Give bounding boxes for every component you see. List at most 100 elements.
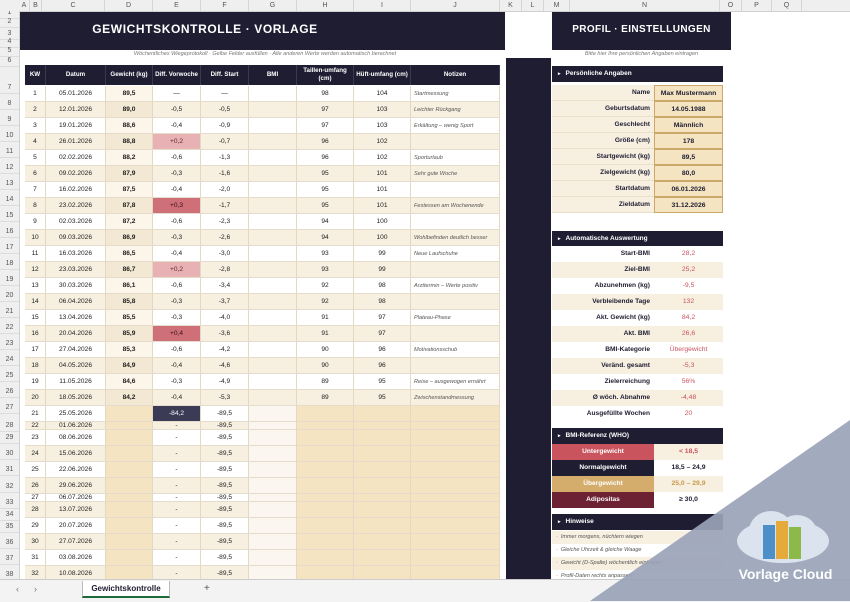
table-cell-w[interactable] (106, 430, 153, 446)
table-cell-w[interactable]: 88,6 (106, 118, 153, 134)
table-cell-h[interactable] (354, 446, 411, 462)
table-cell-w[interactable]: 87,2 (106, 214, 153, 230)
table-cell-t[interactable]: 97 (297, 102, 354, 118)
table-header-ds[interactable]: Diff. Start (201, 65, 249, 85)
table-cell-w[interactable] (106, 534, 153, 550)
table-cell-w[interactable]: 86,1 (106, 278, 153, 294)
row-header[interactable]: 27 (0, 402, 19, 414)
row-header[interactable]: 7 (0, 82, 19, 94)
row-header[interactable]: 38 (0, 569, 19, 579)
table-header-kw[interactable]: KW (25, 65, 46, 85)
table-cell-n[interactable]: Sporturlaub (411, 150, 500, 166)
table-cell-h[interactable] (354, 462, 411, 478)
profile-input[interactable]: 06.01.2026 (654, 181, 723, 197)
row-header[interactable]: 19 (0, 274, 19, 286)
table-cell-n[interactable]: Festessen am Wochenende (411, 198, 500, 214)
table-cell-n[interactable]: Arzttermin – Werte positiv (411, 278, 500, 294)
table-cell-h[interactable]: 95 (354, 390, 411, 406)
table-cell-h[interactable] (354, 534, 411, 550)
tab-scroll-right-icon[interactable]: › (34, 584, 37, 594)
table-cell-n[interactable]: Startmessung (411, 86, 500, 102)
table-cell-w[interactable]: 86,5 (106, 246, 153, 262)
table-cell-n[interactable] (411, 494, 500, 502)
table-cell-w[interactable]: 87,9 (106, 166, 153, 182)
table-cell-w[interactable]: 89,0 (106, 102, 153, 118)
table-cell-w[interactable] (106, 422, 153, 430)
table-cell-t[interactable]: 95 (297, 182, 354, 198)
table-cell-t[interactable]: 90 (297, 342, 354, 358)
column-header-G[interactable]: G (249, 0, 297, 11)
column-header-I[interactable]: I (354, 0, 411, 11)
table-cell-t[interactable] (297, 534, 354, 550)
table-cell-n[interactable]: Plateau-Phase (411, 310, 500, 326)
table-header-t[interactable]: Taillen-umfang (cm) (297, 65, 354, 85)
table-cell-h[interactable] (354, 550, 411, 566)
table-cell-t[interactable]: 91 (297, 326, 354, 342)
table-cell-t[interactable]: 90 (297, 358, 354, 374)
table-cell-h[interactable]: 103 (354, 118, 411, 134)
column-header-B[interactable]: B (30, 0, 42, 11)
column-header-D[interactable]: D (105, 0, 153, 11)
table-cell-h[interactable] (354, 478, 411, 494)
table-cell-h[interactable]: 101 (354, 198, 411, 214)
table-cell-n[interactable]: Neue Laufschuhe (411, 246, 500, 262)
table-cell-t[interactable]: 91 (297, 310, 354, 326)
table-cell-w[interactable]: 87,8 (106, 198, 153, 214)
column-header-A[interactable]: A (19, 0, 30, 11)
row-header[interactable]: 10 (0, 130, 19, 142)
table-cell-t[interactable]: 97 (297, 118, 354, 134)
table-header-h[interactable]: Hüft-umfang (cm) (354, 65, 411, 85)
table-cell-t[interactable]: 95 (297, 198, 354, 214)
row-header[interactable]: 15 (0, 210, 19, 222)
table-cell-h[interactable]: 95 (354, 374, 411, 390)
table-cell-t[interactable] (297, 430, 354, 446)
table-header-date[interactable]: Datum (46, 65, 106, 85)
table-cell-n[interactable] (411, 214, 500, 230)
row-header[interactable]: 20 (0, 290, 19, 302)
table-cell-w[interactable]: 88,2 (106, 150, 153, 166)
row-header[interactable]: 28 (0, 420, 19, 432)
row-header[interactable]: 25 (0, 370, 19, 382)
column-header-M[interactable]: M (544, 0, 570, 11)
table-cell-h[interactable]: 102 (354, 134, 411, 150)
table-cell-w[interactable] (106, 502, 153, 518)
row-header[interactable]: 18 (0, 258, 19, 270)
table-cell-n[interactable] (411, 534, 500, 550)
table-cell-w[interactable]: 85,3 (106, 342, 153, 358)
table-cell-w[interactable]: 86,7 (106, 262, 153, 278)
table-cell-h[interactable]: 103 (354, 102, 411, 118)
table-cell-n[interactable] (411, 430, 500, 446)
row-header[interactable]: 32 (0, 481, 19, 493)
table-cell-h[interactable]: 101 (354, 166, 411, 182)
table-cell-t[interactable] (297, 422, 354, 430)
table-cell-w[interactable]: 89,5 (106, 86, 153, 102)
table-cell-h[interactable]: 98 (354, 278, 411, 294)
table-cell-h[interactable]: 102 (354, 150, 411, 166)
row-header[interactable]: 21 (0, 306, 19, 318)
row-header[interactable]: 33 (0, 497, 19, 509)
column-header-J[interactable]: J (411, 0, 500, 11)
row-header[interactable]: 37 (0, 553, 19, 565)
table-cell-t[interactable]: 96 (297, 150, 354, 166)
table-cell-h[interactable]: 100 (354, 214, 411, 230)
table-cell-w[interactable]: 86,9 (106, 230, 153, 246)
table-cell-h[interactable] (354, 502, 411, 518)
row-header[interactable]: 22 (0, 322, 19, 334)
row-header[interactable]: 36 (0, 537, 19, 549)
row-header[interactable]: 31 (0, 464, 19, 476)
profile-input[interactable]: Max Mustermann (654, 85, 723, 101)
column-header-N[interactable]: N (570, 0, 720, 11)
column-header-Q[interactable]: Q (772, 0, 802, 11)
table-cell-t[interactable] (297, 446, 354, 462)
table-cell-n[interactable]: Leichter Rückgang (411, 102, 500, 118)
table-cell-n[interactable]: Erkältung – wenig Sport (411, 118, 500, 134)
column-header-E[interactable]: E (153, 0, 201, 11)
row-header[interactable]: 29 (0, 432, 19, 444)
table-cell-h[interactable]: 96 (354, 358, 411, 374)
column-header-L[interactable]: L (522, 0, 544, 11)
table-cell-h[interactable]: 97 (354, 310, 411, 326)
table-cell-w[interactable] (106, 478, 153, 494)
table-cell-h[interactable]: 98 (354, 294, 411, 310)
table-cell-n[interactable] (411, 358, 500, 374)
table-header-bmi[interactable]: BMI (249, 65, 297, 85)
